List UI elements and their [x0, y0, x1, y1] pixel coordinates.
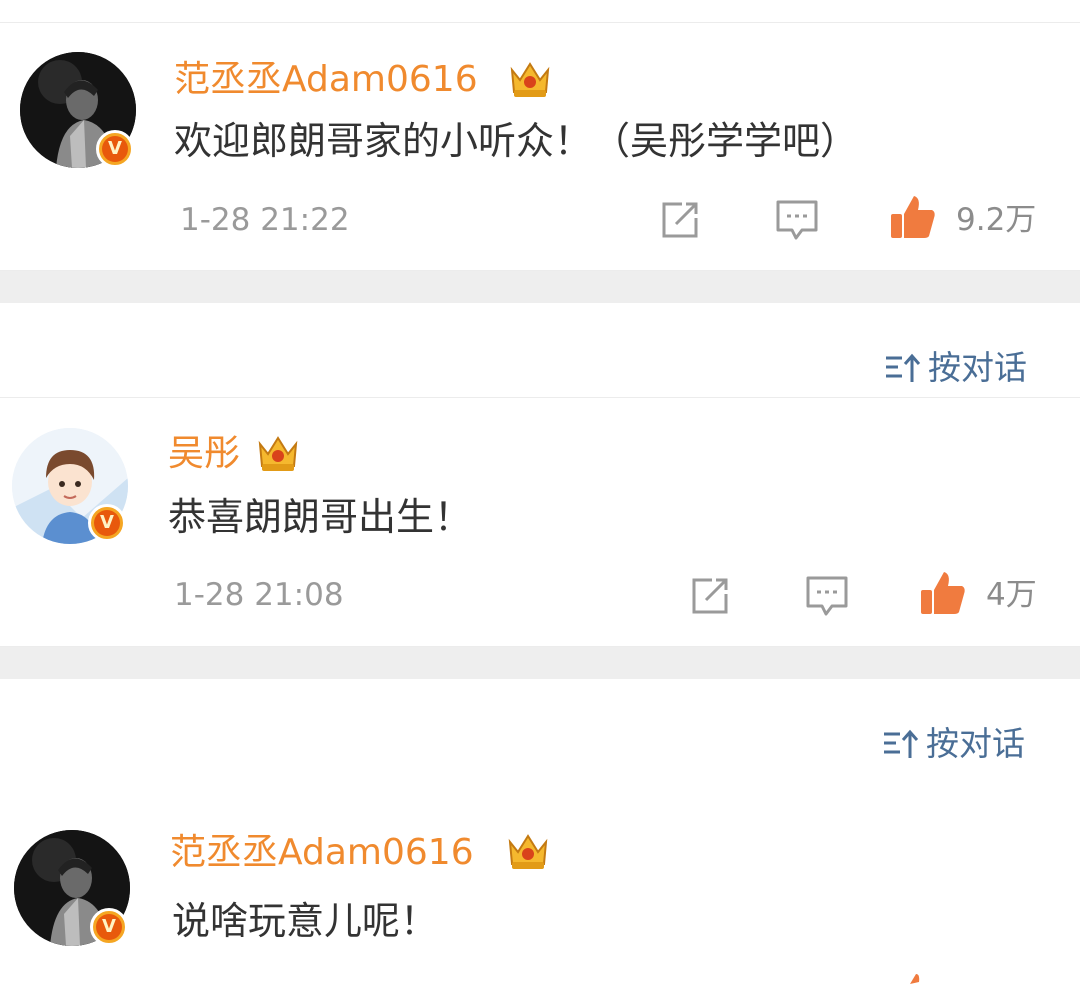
- like-icon[interactable]: [900, 972, 930, 984]
- timestamp: 1-28 21:22: [180, 202, 350, 238]
- verified-icon: V: [88, 504, 126, 542]
- view-conversation-button[interactable]: 按对话: [884, 348, 1027, 388]
- like-count: 4万: [986, 577, 1037, 613]
- comment-text: 说啥玩意儿呢！: [172, 899, 439, 943]
- divider: [0, 397, 1080, 398]
- verified-icon: V: [96, 130, 134, 168]
- crown-icon: [508, 834, 548, 869]
- like-count: 9.2万: [956, 202, 1037, 238]
- username[interactable]: 范丞丞Adam0616: [170, 833, 474, 873]
- like-icon[interactable]: [918, 568, 968, 618]
- section-separator: [0, 271, 1080, 303]
- comment-icon[interactable]: [774, 198, 820, 242]
- verified-icon: V: [90, 908, 128, 946]
- username[interactable]: 吴彤: [168, 434, 240, 474]
- sort-label: 按对话: [926, 724, 1025, 763]
- top-divider: [0, 22, 1080, 23]
- sort-label: 按对话: [928, 348, 1027, 387]
- username[interactable]: 范丞丞Adam0616: [174, 60, 478, 100]
- share-icon[interactable]: [688, 574, 732, 618]
- comment-text: 欢迎郎朗哥家的小听众！（吴彤学学吧）: [174, 119, 859, 163]
- comment-icon[interactable]: [804, 574, 850, 618]
- share-icon[interactable]: [658, 198, 702, 242]
- like-icon[interactable]: [888, 192, 938, 242]
- crown-icon: [510, 62, 550, 97]
- timestamp: 1-28 21:08: [174, 577, 344, 613]
- view-conversation-button[interactable]: 按对话: [882, 724, 1025, 764]
- crown-icon: [258, 436, 298, 471]
- section-separator: [0, 647, 1080, 679]
- comment-text: 恭喜朗朗哥出生！: [168, 495, 473, 539]
- sort-icon: [886, 353, 921, 382]
- sort-icon: [884, 729, 919, 758]
